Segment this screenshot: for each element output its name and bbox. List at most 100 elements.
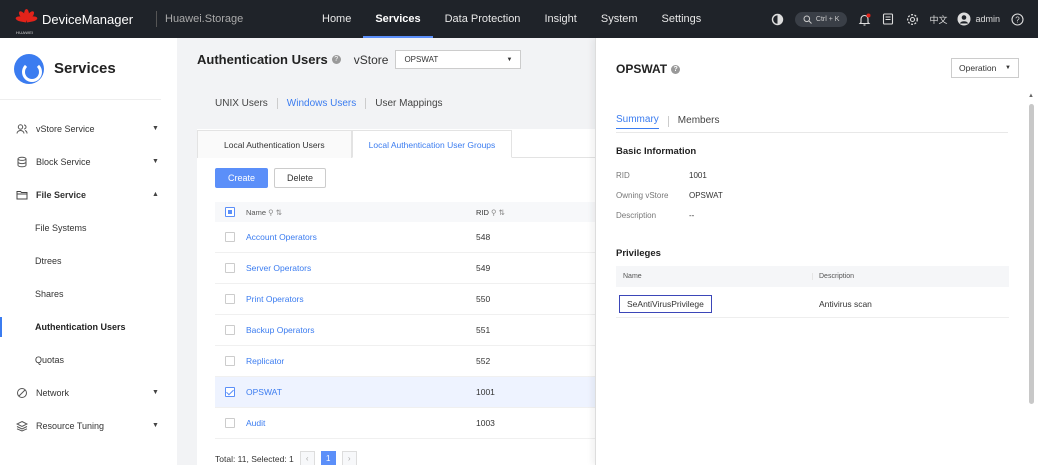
chevron-up-icon: ▲ bbox=[152, 191, 159, 198]
operation-label: Operation bbox=[959, 63, 997, 73]
task-list-icon[interactable] bbox=[881, 12, 895, 26]
table-row[interactable]: Account Operators 548 bbox=[215, 222, 595, 253]
app-title: DeviceManager bbox=[42, 11, 134, 27]
nav-home[interactable]: Home bbox=[310, 0, 363, 38]
sidebar-menu: vStore Service ▼ Block Service ▼ File Se… bbox=[0, 100, 177, 442]
tab-local-authentication-user-groups[interactable]: Local Authentication User Groups bbox=[351, 130, 513, 158]
table-row[interactable]: Replicator 552 bbox=[215, 346, 595, 377]
privileges-title: Privileges bbox=[616, 248, 661, 259]
row-checkbox[interactable] bbox=[225, 418, 235, 428]
group-name-link[interactable]: Print Operators bbox=[246, 294, 476, 304]
sidebar-item-file-systems[interactable]: File Systems bbox=[0, 211, 177, 244]
tab-members[interactable]: Members bbox=[678, 115, 720, 129]
row-checkbox[interactable] bbox=[225, 294, 235, 304]
sidebar-header: Services bbox=[0, 38, 161, 100]
group-name-link[interactable]: Audit bbox=[246, 418, 476, 428]
tab-user-mappings[interactable]: User Mappings bbox=[375, 98, 442, 109]
prev-page-button[interactable]: ‹ bbox=[299, 451, 315, 465]
user-type-tabs: UNIX Users Windows Users User Mappings bbox=[215, 98, 443, 109]
scroll-up-icon[interactable]: ▲ bbox=[1028, 93, 1034, 99]
table-header: Name ⚲ ⇅ RID ⚲ ⇅ bbox=[215, 202, 595, 222]
group-name-link[interactable]: OPSWAT bbox=[246, 387, 476, 397]
sidebar-item-block-service[interactable]: Block Service ▼ bbox=[0, 145, 177, 178]
nav-services[interactable]: Services bbox=[363, 0, 433, 38]
delete-button[interactable]: Delete bbox=[274, 168, 327, 188]
nav-insight[interactable]: Insight bbox=[532, 0, 588, 38]
sidebar-item-authentication-users[interactable]: Authentication Users bbox=[0, 310, 177, 343]
bell-icon[interactable] bbox=[857, 12, 871, 26]
info-label: RID bbox=[616, 171, 630, 180]
group-rid: 552 bbox=[476, 356, 491, 366]
global-search[interactable]: Ctrl + K bbox=[794, 11, 848, 27]
sidebar-item-vstore-service[interactable]: vStore Service ▼ bbox=[0, 112, 177, 145]
sidebar-item-network[interactable]: Network ▼ bbox=[0, 376, 177, 409]
search-shortcut: Ctrl + K bbox=[815, 15, 840, 23]
column-name[interactable]: Name ⚲ ⇅ bbox=[246, 208, 476, 217]
group-name-link[interactable]: Account Operators bbox=[246, 232, 476, 242]
privileges-table-header: Name Description bbox=[616, 266, 1009, 287]
row-checkbox[interactable] bbox=[225, 325, 235, 335]
group-rid: 1001 bbox=[476, 387, 495, 397]
group-rid: 551 bbox=[476, 325, 491, 335]
sidebar-item-quotas[interactable]: Quotas bbox=[0, 343, 177, 376]
services-icon bbox=[14, 53, 44, 84]
tab-unix-users[interactable]: UNIX Users bbox=[215, 98, 268, 109]
chevron-down-icon: ▼ bbox=[152, 125, 159, 132]
tab-windows-users[interactable]: Windows Users bbox=[287, 98, 356, 109]
help-icon[interactable]: ? bbox=[331, 55, 341, 64]
info-value: OPSWAT bbox=[689, 191, 723, 200]
row-checkbox[interactable] bbox=[225, 356, 235, 366]
nav-system[interactable]: System bbox=[589, 0, 650, 38]
nav-data-protection[interactable]: Data Protection bbox=[433, 0, 533, 38]
gear-icon[interactable] bbox=[905, 12, 919, 26]
user-menu[interactable]: admin bbox=[957, 12, 1000, 26]
main-nav: Home Services Data Protection Insight Sy… bbox=[310, 0, 713, 38]
detail-panel: OPSWAT ? Operation ▼ ▲ Summary Members B… bbox=[595, 38, 1038, 465]
chevron-down-icon: ▼ bbox=[152, 158, 159, 165]
sort-icon[interactable]: ⇅ bbox=[499, 208, 505, 217]
column-rid[interactable]: RID ⚲ ⇅ bbox=[476, 208, 586, 217]
nav-settings[interactable]: Settings bbox=[650, 0, 714, 38]
info-label: Description bbox=[616, 211, 657, 220]
select-all-checkbox[interactable] bbox=[225, 207, 235, 217]
column-name: Name bbox=[623, 273, 642, 280]
table-row[interactable]: OPSWAT 1001 bbox=[215, 377, 595, 408]
help-icon[interactable]: ? bbox=[1010, 12, 1024, 26]
tab-summary[interactable]: Summary bbox=[616, 114, 659, 129]
help-icon[interactable]: ? bbox=[671, 64, 681, 74]
panel-scrollbar[interactable] bbox=[1029, 104, 1034, 404]
table-row[interactable]: Server Operators 549 bbox=[215, 253, 595, 284]
table-row[interactable]: Backup Operators 551 bbox=[215, 315, 595, 346]
privilege-name-cell: SeAntiVirusPrivilege bbox=[616, 294, 812, 313]
search-icon[interactable]: ⚲ bbox=[491, 208, 497, 217]
group-rid: 548 bbox=[476, 232, 491, 242]
theme-toggle-icon[interactable] bbox=[771, 12, 785, 26]
page-title: Authentication Users bbox=[197, 52, 328, 67]
page-1-button[interactable]: 1 bbox=[320, 451, 336, 465]
sidebar-item-shares[interactable]: Shares bbox=[0, 277, 177, 310]
row-checkbox[interactable] bbox=[225, 263, 235, 273]
row-checkbox[interactable] bbox=[225, 387, 235, 397]
vstore-select[interactable]: OPSWAT ▼ bbox=[395, 50, 522, 69]
brand[interactable]: HUAWEI DeviceManager bbox=[15, 9, 146, 35]
group-name-link[interactable]: Backup Operators bbox=[246, 325, 476, 335]
next-page-button[interactable]: › bbox=[341, 451, 357, 465]
language-switch[interactable]: 中文 bbox=[929, 13, 947, 26]
sort-icon[interactable]: ⇅ bbox=[276, 208, 282, 217]
search-icon[interactable]: ⚲ bbox=[268, 208, 274, 217]
sidebar-item-dtrees[interactable]: Dtrees bbox=[0, 244, 177, 277]
user-groups-table: Name ⚲ ⇅ RID ⚲ ⇅ Account Operators 548 S… bbox=[215, 202, 595, 439]
sidebar-item-resource-tuning[interactable]: Resource Tuning ▼ bbox=[0, 409, 177, 442]
avatar-icon bbox=[957, 12, 971, 26]
group-rid: 549 bbox=[476, 263, 491, 273]
group-name-link[interactable]: Replicator bbox=[246, 356, 476, 366]
tab-local-authentication-users[interactable]: Local Authentication Users bbox=[197, 130, 352, 158]
svg-text:?: ? bbox=[1015, 15, 1020, 24]
table-row[interactable]: Print Operators 550 bbox=[215, 284, 595, 315]
operation-dropdown[interactable]: Operation ▼ bbox=[951, 58, 1019, 78]
create-button[interactable]: Create bbox=[215, 168, 269, 188]
table-row[interactable]: Audit 1003 bbox=[215, 408, 595, 439]
group-name-link[interactable]: Server Operators bbox=[246, 263, 476, 273]
row-checkbox[interactable] bbox=[225, 232, 235, 242]
sidebar-item-file-service[interactable]: File Service ▲ bbox=[0, 178, 177, 211]
